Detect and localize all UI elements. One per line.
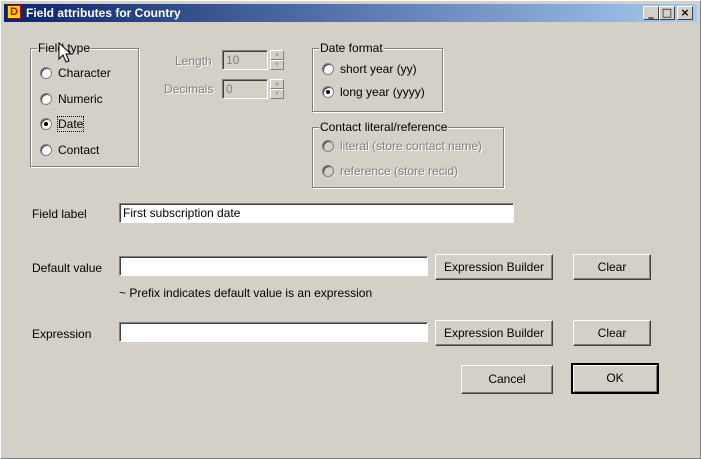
radio-circle xyxy=(322,140,334,152)
spin-down-icon: ▼ xyxy=(270,60,284,70)
expression-label: Expression xyxy=(32,327,92,341)
radio-label: Character xyxy=(58,66,111,80)
radio-label: reference (store recid) xyxy=(340,164,459,178)
radio-label: Date xyxy=(56,116,85,132)
field-label-input[interactable]: First subscription date xyxy=(119,203,514,223)
close-icon: × xyxy=(680,6,690,19)
expression-builder-button[interactable]: Expression Builder xyxy=(435,320,553,346)
ok-button[interactable]: OK xyxy=(571,363,659,394)
decimals-input[interactable]: 0 xyxy=(222,79,268,99)
radio-literal[interactable]: literal (store contact name) xyxy=(322,138,482,154)
maximize-icon: □ xyxy=(661,6,673,19)
decimals-label: Decimals xyxy=(164,82,214,96)
radio-label: Contact xyxy=(58,143,100,157)
radio-circle xyxy=(40,67,52,79)
radio-date[interactable]: Date xyxy=(40,116,85,132)
radio-contact[interactable]: Contact xyxy=(40,142,99,158)
radio-numeric[interactable]: Numeric xyxy=(40,91,103,107)
radio-label: Numeric xyxy=(58,92,103,106)
app-icon: D xyxy=(7,5,21,19)
window-title: Field attributes for Country xyxy=(26,6,181,20)
contact-literal-legend: Contact literal/reference xyxy=(319,120,449,134)
decimals-spinner[interactable]: ▲ ▼ xyxy=(270,79,284,99)
field-label-label: Field label xyxy=(32,207,87,221)
default-value-input[interactable] xyxy=(119,256,428,276)
close-button[interactable]: × xyxy=(677,6,693,20)
radio-character[interactable]: Character xyxy=(40,65,111,81)
length-spinner[interactable]: ▲ ▼ xyxy=(270,50,284,70)
title-bar[interactable]: D Field attributes for Country _ □ × xyxy=(4,4,697,22)
radio-label: literal (store contact name) xyxy=(340,139,483,153)
length-label: Length xyxy=(175,54,212,68)
spin-up-icon: ▲ xyxy=(270,50,284,60)
field-type-group: Field type Character Numeric Date Contac… xyxy=(30,41,139,167)
expression-input[interactable] xyxy=(119,322,428,342)
radio-label: long year (yyyy) xyxy=(340,85,425,99)
radio-reference[interactable]: reference (store recid) xyxy=(322,163,458,179)
date-format-group: Date format short year (yy) long year (y… xyxy=(312,41,443,112)
radio-label: short year (yy) xyxy=(340,62,417,76)
default-value-hint: ~ Prefix indicates default value is an e… xyxy=(119,286,373,300)
radio-circle-checked xyxy=(322,86,334,98)
date-format-legend: Date format xyxy=(319,41,384,55)
minimize-icon: _ xyxy=(648,6,654,19)
default-value-label: Default value xyxy=(32,261,103,275)
radio-long-year[interactable]: long year (yyyy) xyxy=(322,84,425,100)
radio-short-year[interactable]: short year (yy) xyxy=(322,61,417,77)
spin-up-icon: ▲ xyxy=(270,79,284,89)
radio-circle xyxy=(40,144,52,156)
radio-circle-checked xyxy=(40,118,52,130)
minimize-button[interactable]: _ xyxy=(643,6,659,20)
expression-clear-button[interactable]: Clear xyxy=(573,320,651,346)
radio-circle xyxy=(322,165,334,177)
length-input[interactable]: 10 xyxy=(222,50,268,70)
radio-circle xyxy=(40,93,52,105)
mouse-cursor-icon xyxy=(58,42,73,63)
default-clear-button[interactable]: Clear xyxy=(573,254,651,280)
radio-circle xyxy=(322,63,334,75)
maximize-button[interactable]: □ xyxy=(659,6,675,20)
default-expression-builder-button[interactable]: Expression Builder xyxy=(435,254,553,280)
spin-down-icon: ▼ xyxy=(270,89,284,99)
cancel-button[interactable]: Cancel xyxy=(461,365,553,394)
dialog-window: D Field attributes for Country _ □ × Fie… xyxy=(0,0,701,459)
contact-literal-group: Contact literal/reference literal (store… xyxy=(312,120,504,188)
